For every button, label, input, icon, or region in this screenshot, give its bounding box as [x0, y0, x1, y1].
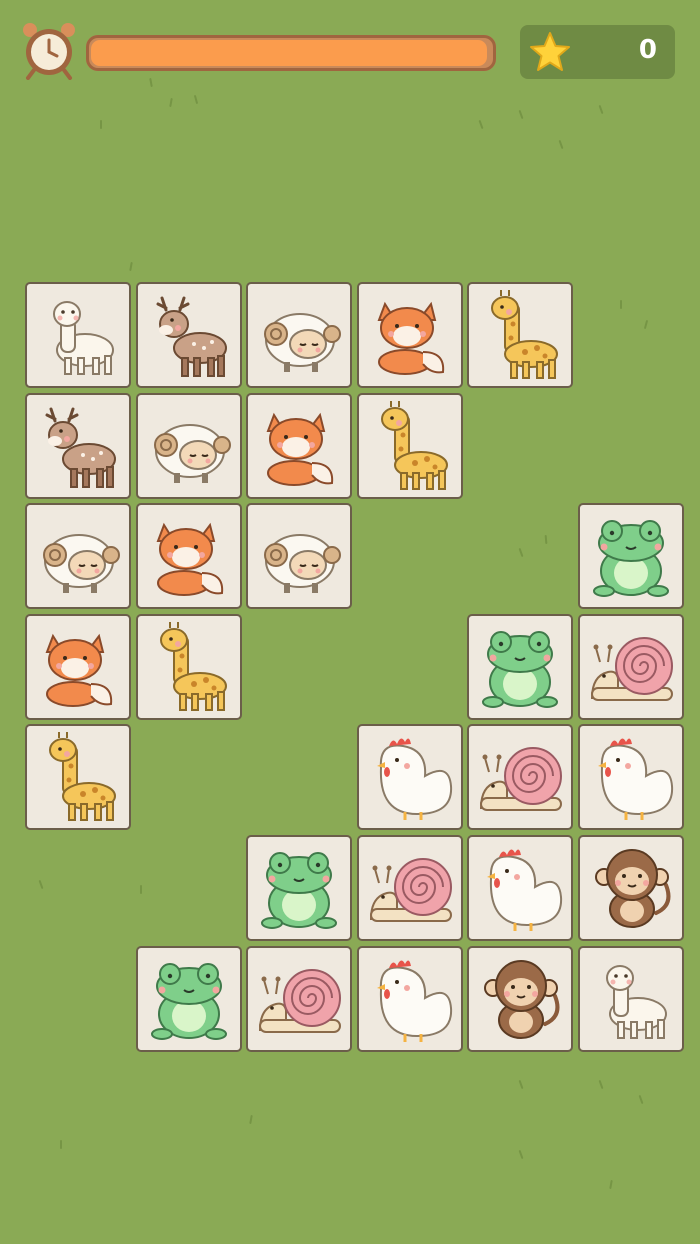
- tile-chicken[interactable]: [357, 724, 463, 830]
- giraffe-icon: [491, 290, 558, 379]
- tile-snail[interactable]: [578, 614, 684, 720]
- tile-monkey[interactable]: [467, 946, 573, 1052]
- tile-frog[interactable]: [578, 503, 684, 609]
- tile-sheep[interactable]: [246, 282, 352, 388]
- fox-icon: [45, 633, 113, 707]
- chicken-icon: [377, 960, 453, 1042]
- tile-fox[interactable]: [357, 282, 463, 388]
- tile-sheep[interactable]: [246, 503, 352, 609]
- tile-chicken[interactable]: [578, 724, 684, 830]
- tile-giraffe[interactable]: [25, 724, 131, 830]
- chicken-icon: [487, 849, 563, 931]
- tile-chicken[interactable]: [467, 835, 573, 941]
- tile-frog[interactable]: [136, 946, 242, 1052]
- tile-snail[interactable]: [467, 724, 573, 830]
- snail-icon: [258, 969, 341, 1033]
- alpaca-icon: [606, 965, 667, 1039]
- frog-icon: [151, 963, 227, 1040]
- giraffe-icon: [160, 622, 227, 711]
- frog-icon: [593, 520, 669, 597]
- tile-frog[interactable]: [246, 835, 352, 941]
- sheep-icon: [264, 534, 341, 593]
- tile-fox[interactable]: [25, 614, 131, 720]
- tile-alpaca[interactable]: [25, 282, 131, 388]
- fox-icon: [377, 301, 445, 375]
- tile-sheep[interactable]: [136, 393, 242, 499]
- tile-giraffe[interactable]: [136, 614, 242, 720]
- snail-icon: [479, 747, 562, 811]
- alpaca-icon: [53, 301, 114, 375]
- chicken-icon: [377, 738, 453, 820]
- tile-snail[interactable]: [246, 946, 352, 1052]
- tile-chicken[interactable]: [357, 946, 463, 1052]
- tile-giraffe[interactable]: [357, 393, 463, 499]
- tile-sheep[interactable]: [25, 503, 131, 609]
- sheep-icon: [43, 534, 120, 593]
- deer-icon: [45, 407, 116, 488]
- tile-monkey[interactable]: [578, 835, 684, 941]
- snail-icon: [590, 637, 673, 701]
- tile-frog[interactable]: [467, 614, 573, 720]
- tile-deer[interactable]: [25, 393, 131, 499]
- sheep-icon: [154, 424, 231, 483]
- fox-icon: [156, 522, 224, 596]
- tile-snail[interactable]: [357, 835, 463, 941]
- sheep-icon: [264, 313, 341, 372]
- monkey-icon: [595, 849, 671, 928]
- tile-fox[interactable]: [246, 393, 352, 499]
- giraffe-icon: [381, 401, 448, 490]
- monkey-icon: [484, 960, 560, 1039]
- snail-icon: [369, 858, 452, 922]
- tile-giraffe[interactable]: [467, 282, 573, 388]
- giraffe-icon: [49, 732, 116, 821]
- fox-icon: [266, 412, 334, 486]
- tile-alpaca[interactable]: [578, 946, 684, 1052]
- frog-icon: [482, 631, 558, 708]
- tile-deer[interactable]: [136, 282, 242, 388]
- tile-fox[interactable]: [136, 503, 242, 609]
- deer-icon: [156, 296, 227, 377]
- game-board: [0, 0, 700, 1244]
- chicken-icon: [598, 738, 674, 820]
- frog-icon: [261, 852, 337, 929]
